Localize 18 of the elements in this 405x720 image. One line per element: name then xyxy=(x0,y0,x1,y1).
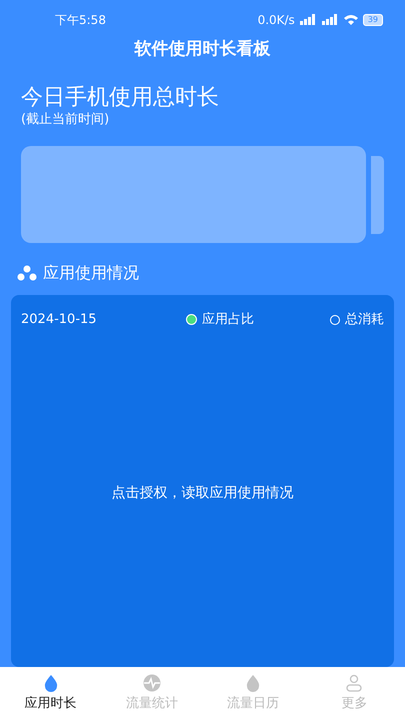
circles-icon xyxy=(17,265,37,282)
wifi-icon xyxy=(342,14,359,26)
battery-indicator: 39 xyxy=(362,14,383,26)
pulse-icon xyxy=(140,674,163,692)
legend-label[interactable]: 总消耗 xyxy=(345,310,384,330)
section-title: 应用使用情况 xyxy=(43,262,139,284)
page-title: 软件使用时长看板 xyxy=(133,38,272,61)
date-label: 2024-10-15 xyxy=(21,311,97,330)
summary-subheading: (截止当前时间) xyxy=(21,112,110,128)
signal-icon xyxy=(320,14,339,26)
network-speed: 0.0K/s xyxy=(258,12,295,29)
nav-tab[interactable]: 应用时长 xyxy=(0,674,102,720)
signal-icon xyxy=(298,14,317,26)
status-time: 下午5:58 xyxy=(55,12,106,29)
legend-label[interactable]: 应用占比 xyxy=(202,310,254,330)
summary-heading: 今日手机使用总时长 xyxy=(21,84,220,112)
person-icon xyxy=(345,674,364,692)
authorize-message[interactable]: 点击授权，读取应用使用情况 xyxy=(112,483,294,504)
